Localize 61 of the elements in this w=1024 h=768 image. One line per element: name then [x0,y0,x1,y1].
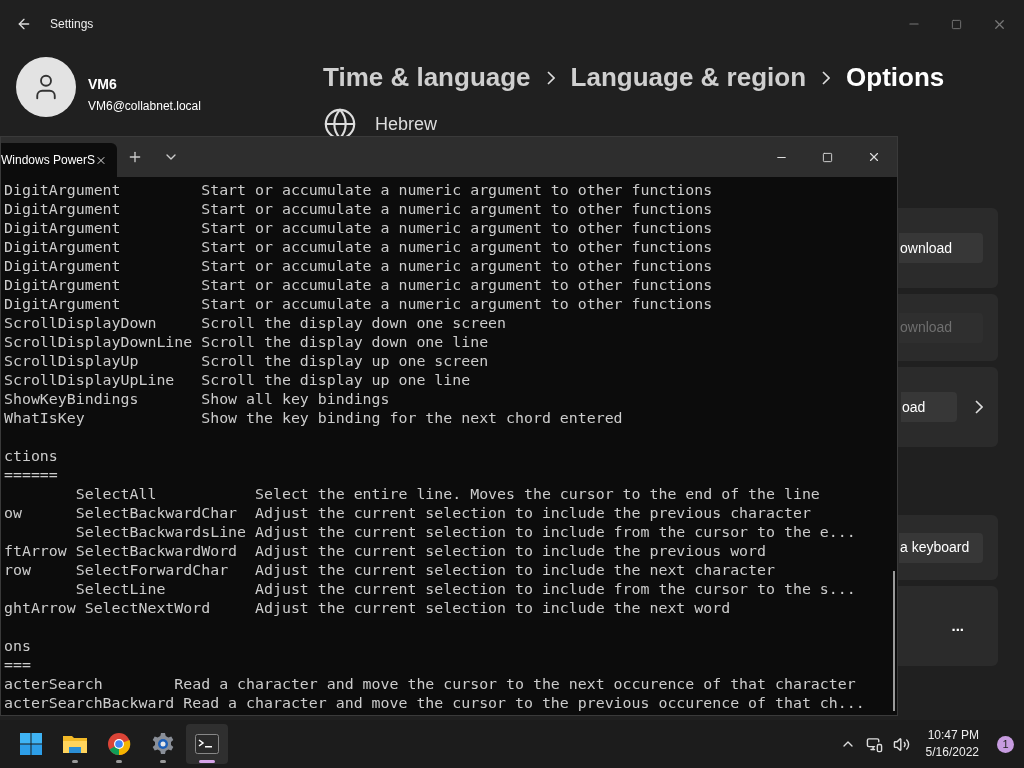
terminal-line: DigitArgument Start or accumulate a numeric argument to other functions [4,238,713,257]
terminal-line: ftArrow SelectBackwardWord Adjust the current selection to include the previous word [4,542,767,561]
running-indicator [160,760,166,763]
terminal-line: SelectBackwardsLine Adjust the current selection to include from the cursor to the e... [74,523,856,542]
terminal-line: ScrollDisplayDown Scroll the display down one screen [4,314,507,333]
terminal-line: ====== [4,466,58,485]
terminal-line: ons [4,637,31,656]
taskbar-app[interactable] [186,724,228,764]
terminal-line: DigitArgument Start or accumulate a numeric argument to other functions [4,276,713,295]
terminal-line: ghtArrow SelectNextWord Adjust the current selection to include the next word [4,599,731,618]
tab-title: Windows PowerS [1,152,96,169]
terminal-line: DigitArgument Start or accumulate a numeric argument to other functions [4,181,713,200]
folder-icon [62,733,88,755]
back-icon[interactable] [16,16,32,32]
language-name: Hebrew [375,112,438,136]
terminal-line: ShowKeyBindings Show all key bindings [4,390,390,409]
network-icon[interactable] [865,735,883,753]
chevron-right-icon [822,70,831,85]
breadcrumb-item[interactable]: Language & region [570,58,807,97]
terminal-line: ScrollDisplayUp Scroll the display up one screen [4,352,489,371]
terminal-line: ow SelectBackwardChar Adjust the current selection to include the previous character [4,504,811,523]
clock-time: 10:47 PM [927,727,979,744]
notification-count[interactable]: 1 [997,735,1014,753]
breadcrumb-item[interactable]: Time & language [323,58,531,97]
terminal-line: acterSearch Read a character and move the cursor to the next occurence of that character [4,675,856,694]
terminal-line: acterSearchBackward Read a character and move the cursor to the previous occurence of that ch... [4,694,865,713]
terminal-line: DigitArgument Start or accumulate a numeric argument to other functions [4,295,713,314]
terminal-line: SelectLine Adjust the current selection to include from the cursor to the s... [74,580,856,599]
terminal-line: ctions [4,447,58,466]
terminal-icon [195,734,219,754]
close-icon[interactable] [867,150,881,164]
terminal-line: WhatIsKey Show the key binding for the next chord entered [4,409,623,428]
clock-date: 5/16/2022 [925,744,979,761]
running-indicator [72,760,78,763]
user-email: VM6@collabnet.local [88,98,201,115]
chevron-right-icon [975,400,983,414]
window-title: Settings [50,16,94,33]
more-button[interactable]: ... [943,610,972,642]
new-tab-icon[interactable] [127,149,143,165]
running-indicator [116,760,122,763]
running-indicator [199,760,215,763]
browser-icon [107,732,131,756]
user-name: VM6 [88,75,118,94]
terminal-line: DigitArgument Start or accumulate a numeric argument to other functions [4,257,713,276]
windows-logo-icon [19,732,43,756]
action-button[interactable]: a keyboard [899,532,983,563]
terminal-tab[interactable]: Windows PowerS [1,143,117,177]
action-button[interactable]: ownload [899,233,983,263]
terminal-line: row SelectForwardChar Adjust the current selection to include the next character [4,561,775,580]
terminal-line: ScrollDisplayUpLine Scroll the display up one line [4,371,471,390]
terminal-line: === [4,656,31,675]
gear-icon [151,732,175,756]
terminal-line: ScrollDisplayDownLine Scroll the display down one line [4,333,489,352]
breadcrumb-item: Options [846,61,945,94]
scrollbar[interactable] [893,571,895,711]
volume-icon[interactable] [892,735,910,753]
terminal-line: DigitArgument Start or accumulate a numeric argument to other functions [4,219,713,238]
terminal-line: DigitArgument Start or accumulate a numeric argument to other functions [4,200,713,219]
chevron-right-icon [546,70,555,85]
terminal-line: SelectAll Select the entire line. Moves the cursor to the end of the line [74,485,820,504]
action-button[interactable]: oad [901,392,957,422]
